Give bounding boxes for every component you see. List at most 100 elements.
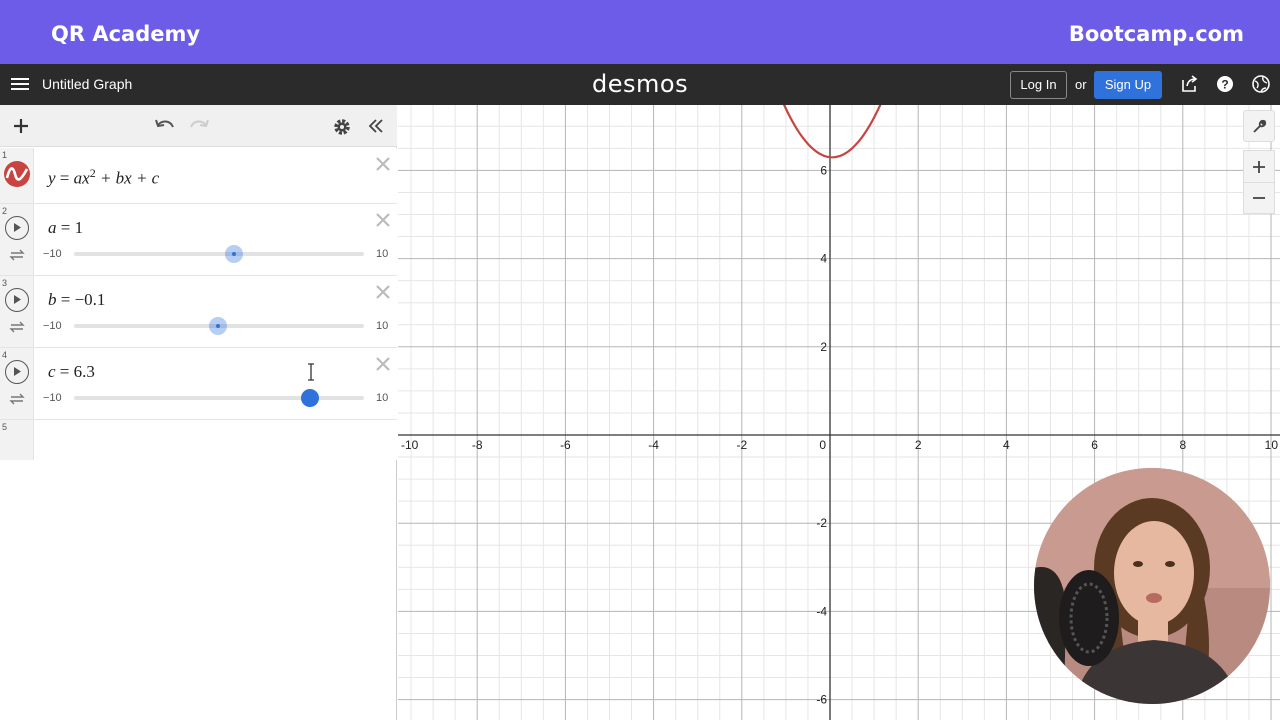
- slider-track[interactable]: [74, 252, 364, 256]
- y-tick-label: 6: [820, 163, 827, 177]
- expression-panel: 1 y = ax2 + bx + c 2 a = 1 −10 10 3 b = …: [0, 105, 397, 720]
- slider-value: 1: [74, 218, 84, 237]
- text-cursor-icon: [308, 363, 314, 381]
- x-tick-label: -4: [648, 438, 659, 452]
- expression-gutter: 3: [0, 276, 34, 347]
- presenter-webcam: [1034, 468, 1270, 704]
- x-tick-label: 6: [1091, 438, 1098, 452]
- play-icon: [14, 223, 21, 232]
- x-tick-label: -2: [736, 438, 747, 452]
- collapse-panel-icon[interactable]: [367, 117, 385, 135]
- graph-title[interactable]: Untitled Graph: [42, 76, 132, 92]
- formula-exponent: 2: [89, 166, 96, 180]
- y-tick-label: 4: [820, 252, 827, 266]
- y-tick-label: -2: [816, 516, 827, 530]
- slider-value: −0.1: [74, 290, 106, 309]
- x-tick-label: 4: [1003, 438, 1010, 452]
- x-tick-label: 2: [915, 438, 922, 452]
- globe-icon[interactable]: [1251, 74, 1271, 94]
- slider-label[interactable]: b = −0.1: [48, 290, 105, 310]
- formula-equals: =: [59, 168, 70, 188]
- add-item-icon[interactable]: [12, 117, 30, 135]
- slider-handle[interactable]: [224, 245, 243, 263]
- loop-icon[interactable]: [9, 393, 25, 405]
- play-button[interactable]: [5, 216, 29, 240]
- help-icon[interactable]: ?: [1215, 74, 1235, 94]
- share-icon[interactable]: [1180, 74, 1200, 94]
- plus-icon: [1253, 160, 1265, 173]
- expression-index: 3: [2, 278, 8, 288]
- x-tick-label: -8: [472, 438, 483, 452]
- x-tick-labels: -10 -8 -6 -4 -2 0 2 4 6 8 10: [401, 438, 1278, 452]
- slider-label[interactable]: a = 1: [48, 218, 83, 238]
- slider-label[interactable]: c = 6.3: [48, 362, 95, 382]
- x-tick-label: 10: [1265, 438, 1279, 452]
- expression-row-empty[interactable]: 5: [0, 420, 397, 460]
- slider-variable: a: [48, 218, 57, 237]
- banner-right-title: Bootcamp.com: [1068, 22, 1244, 46]
- slider-max[interactable]: 10: [376, 248, 388, 260]
- x-tick-label: -6: [560, 438, 571, 452]
- expression-index: 5: [2, 422, 8, 432]
- undo-icon[interactable]: [154, 117, 176, 135]
- video-banner: QR Academy Bootcamp.com: [0, 0, 1280, 64]
- banner-left-title: QR Academy: [51, 22, 201, 46]
- graph-color-icon[interactable]: [3, 160, 31, 188]
- formula-y: y: [48, 168, 56, 188]
- slider-row-a[interactable]: 2 a = 1 −10 10: [0, 204, 397, 276]
- slider-min[interactable]: −10: [43, 320, 62, 332]
- redo-icon[interactable]: [188, 117, 210, 135]
- minus-icon: [1253, 197, 1265, 199]
- slider-variable: c: [48, 362, 56, 381]
- formula-rest: + bx + c: [99, 168, 160, 188]
- slider-handle[interactable]: [208, 317, 227, 335]
- signup-button[interactable]: Sign Up: [1094, 71, 1162, 99]
- desmos-logo: desmos: [592, 70, 689, 98]
- hamburger-menu-icon[interactable]: [11, 75, 29, 93]
- delete-expression-icon[interactable]: [375, 356, 391, 372]
- wrench-icon: [1253, 119, 1267, 133]
- y-tick-label: 2: [820, 340, 827, 354]
- delete-expression-icon[interactable]: [375, 284, 391, 300]
- expression-gutter: 1: [0, 148, 34, 203]
- loop-icon[interactable]: [9, 321, 25, 333]
- play-button[interactable]: [5, 360, 29, 384]
- slider-track[interactable]: [74, 396, 364, 400]
- play-icon: [14, 295, 21, 304]
- zoom-out-button[interactable]: [1243, 182, 1275, 214]
- app-header: Untitled Graph desmos Log In or Sign Up …: [0, 64, 1280, 105]
- login-button[interactable]: Log In: [1010, 71, 1067, 99]
- expression-toolbar: [0, 105, 397, 147]
- graph-tools: [1243, 110, 1275, 214]
- delete-expression-icon[interactable]: [375, 156, 391, 172]
- expression-index: 1: [2, 150, 8, 160]
- settings-gear-icon[interactable]: [332, 117, 352, 137]
- svg-text:?: ?: [1221, 78, 1228, 92]
- zoom-in-button[interactable]: [1243, 150, 1275, 182]
- slider-equals: =: [60, 290, 71, 309]
- expression-row-1[interactable]: 1 y = ax2 + bx + c: [0, 148, 397, 204]
- expression-formula[interactable]: y = ax2 + bx + c: [48, 166, 159, 189]
- delete-expression-icon[interactable]: [375, 212, 391, 228]
- y-tick-label: -6: [816, 693, 827, 707]
- slider-min[interactable]: −10: [43, 392, 62, 404]
- loop-icon[interactable]: [9, 249, 25, 261]
- x-tick-label: -10: [401, 438, 419, 452]
- play-icon: [14, 367, 21, 376]
- graph-settings-button[interactable]: [1243, 110, 1275, 142]
- slider-min[interactable]: −10: [43, 248, 62, 260]
- or-text: or: [1075, 77, 1087, 92]
- y-tick-label: -4: [816, 604, 827, 618]
- slider-row-c[interactable]: 4 c = 6.3 −10 10: [0, 348, 397, 420]
- slider-max[interactable]: 10: [376, 320, 388, 332]
- play-button[interactable]: [5, 288, 29, 312]
- x-tick-label: 8: [1179, 438, 1186, 452]
- expression-index: 4: [2, 350, 8, 360]
- expression-gutter: 5: [0, 420, 34, 460]
- slider-row-b[interactable]: 3 b = −0.1 −10 10: [0, 276, 397, 348]
- slider-equals: =: [60, 218, 71, 237]
- slider-equals: =: [59, 362, 70, 381]
- slider-handle[interactable]: [301, 389, 320, 407]
- slider-value: 6.3: [73, 362, 95, 381]
- slider-max[interactable]: 10: [376, 392, 388, 404]
